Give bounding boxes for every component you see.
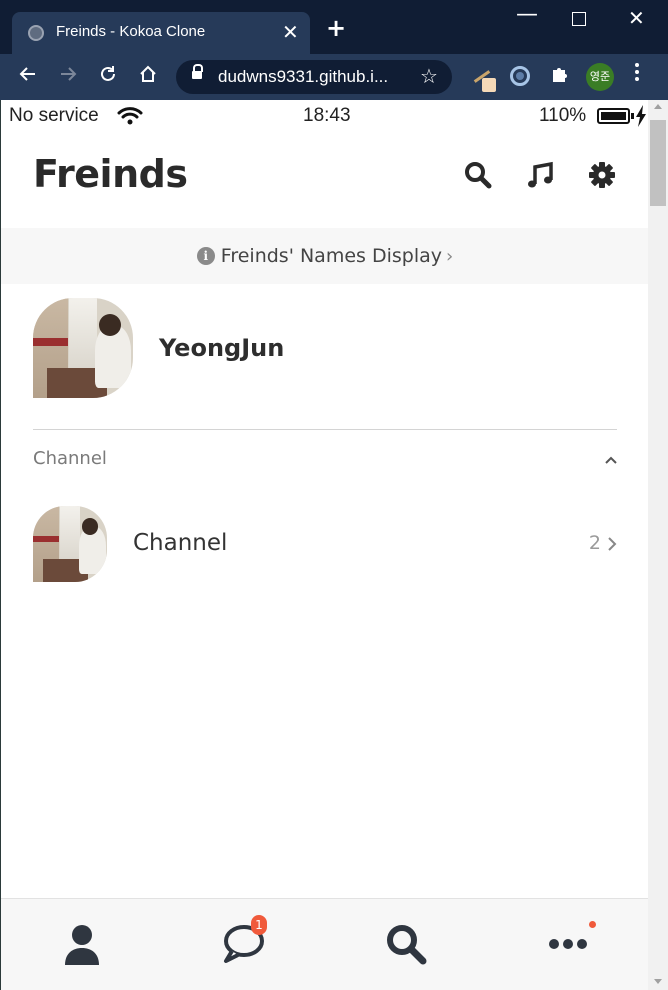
browser-menu-icon[interactable] [632,62,642,82]
reload-icon[interactable] [98,64,118,89]
channel-avatar [33,506,107,582]
extension-drop-icon[interactable] [510,66,530,86]
browser-tabbar: Freinds - Kokoa Clone ✕ + — ✕ [0,0,668,54]
tab-more[interactable] [487,899,648,990]
bottom-tab-bar: 1 [1,898,648,990]
tab-friends[interactable] [1,899,163,990]
channel-name: Channel [133,530,228,556]
section-title: Channel [33,448,107,469]
window-maximize-button[interactable] [572,12,586,26]
channel-count: 2 [588,532,601,554]
screen-header: Freinds [1,132,648,228]
home-icon[interactable] [138,64,158,89]
page-viewport: No service 18:43 110% Freinds i Freinds' … [0,100,648,990]
page-scrollbar[interactable] [648,100,668,990]
tab-close-icon[interactable]: ✕ [282,20,299,44]
tab-find[interactable] [325,899,487,990]
banner-text: Freinds' Names Display [220,245,442,267]
names-display-banner[interactable]: i Freinds' Names Display › [1,228,648,284]
status-bar: No service 18:43 110% [1,100,648,132]
new-tab-button[interactable]: + [326,16,346,40]
profile-name: YeongJun [159,334,285,362]
battery-icon [597,108,634,124]
chevron-up-icon[interactable] [605,452,617,464]
person-icon [65,925,99,965]
page-title: Freinds [33,152,188,196]
bookmark-star-icon[interactable]: ☆ [420,64,438,88]
bolt-icon [635,105,647,127]
music-icon[interactable] [525,160,555,190]
info-icon: i [196,247,215,265]
forward-arrow-icon[interactable] [58,64,78,89]
extension-pen-icon[interactable] [470,66,498,94]
scroll-down-arrow-icon[interactable] [654,979,662,984]
divider [33,429,617,430]
address-bar[interactable]: dudwns9331.github.i... ☆ [176,60,452,94]
search-icon[interactable] [463,160,493,190]
extensions-puzzle-icon[interactable] [550,64,570,89]
globe-icon [28,25,44,41]
address-url[interactable]: dudwns9331.github.i... [218,67,388,87]
notification-dot [589,921,596,928]
avatar [33,298,133,398]
scroll-up-arrow-icon[interactable] [654,104,662,109]
channel-row[interactable]: Channel 2 [33,506,617,582]
magnifier-icon [387,925,427,965]
back-arrow-icon[interactable] [18,64,38,89]
chevron-right-icon: › [446,245,454,267]
unread-badge: 1 [251,915,267,935]
window-close-button[interactable]: ✕ [628,6,645,30]
carrier-text: No service [9,105,99,126]
my-profile-row[interactable]: YeongJun [33,298,617,398]
clock-time: 18:43 [303,105,351,126]
tab-chats[interactable]: 1 [163,899,325,990]
ellipsis-icon [549,939,587,949]
tab-title: Freinds - Kokoa Clone [56,23,206,40]
wifi-icon [117,107,143,125]
gear-icon[interactable] [587,160,617,190]
window-minimize-button[interactable]: — [516,2,538,27]
chevron-right-icon [607,536,617,551]
battery-percent: 110% [539,105,587,126]
browser-tab[interactable]: Freinds - Kokoa Clone ✕ [12,12,310,54]
channel-section-header[interactable]: Channel [33,446,617,472]
lock-icon [192,64,203,81]
profile-avatar[interactable]: 영준 [586,63,614,91]
scroll-thumb[interactable] [650,120,666,206]
